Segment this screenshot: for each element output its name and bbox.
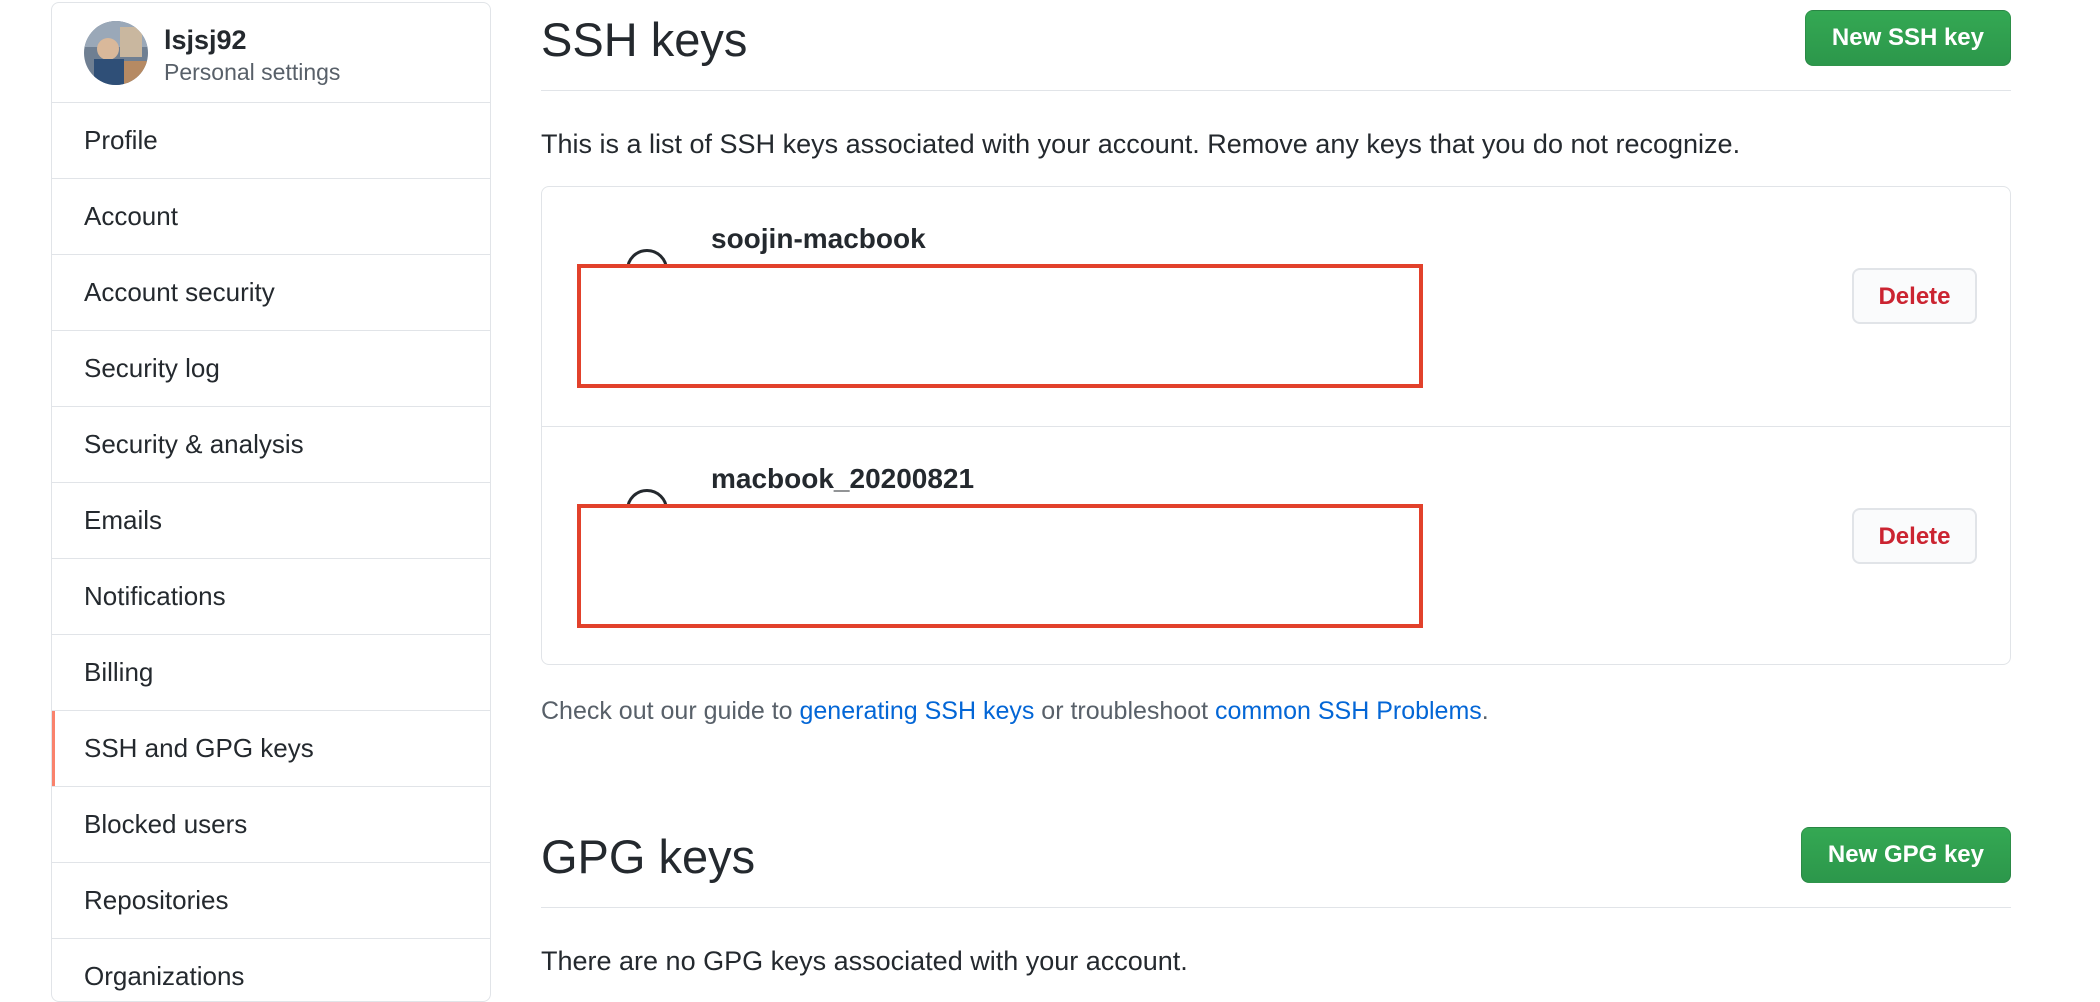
delete-button[interactable]: Delete bbox=[1852, 508, 1977, 564]
sidebar-item-profile[interactable]: Profile bbox=[52, 103, 490, 179]
ssh-description: This is a list of SSH keys associated wi… bbox=[541, 129, 1741, 159]
ssh-section-title: SSH keys bbox=[541, 13, 748, 66]
ssh-key-list: soojin-macbook Delete macbook_20200821 D… bbox=[541, 186, 2011, 665]
sidebar-item-notifications[interactable]: Notifications bbox=[52, 559, 490, 635]
list-item: macbook_20200821 Delete bbox=[542, 426, 2010, 665]
avatar[interactable] bbox=[84, 21, 148, 85]
generating-ssh-keys-link[interactable]: generating SSH keys bbox=[800, 697, 1035, 725]
delete-button[interactable]: Delete bbox=[1852, 268, 1977, 324]
user-header: lsjsj92 Personal settings bbox=[52, 3, 490, 103]
redaction-box bbox=[577, 504, 1423, 628]
gpg-section-header: GPG keys New GPG key bbox=[541, 817, 2011, 908]
sidebar-item-ssh-gpg-keys[interactable]: SSH and GPG keys bbox=[52, 711, 490, 787]
settings-sidebar: lsjsj92 Personal settings Profile Accoun… bbox=[51, 2, 491, 1002]
ssh-key-name: macbook_20200821 bbox=[711, 463, 975, 494]
new-ssh-key-button[interactable]: New SSH key bbox=[1804, 10, 2011, 66]
list-item: soojin-macbook Delete bbox=[542, 187, 2010, 426]
sidebar-item-billing[interactable]: Billing bbox=[52, 635, 490, 711]
user-subtitle: Personal settings bbox=[164, 59, 341, 85]
ssh-help-text: Check out our guide to generating SSH ke… bbox=[541, 697, 2011, 731]
help-prefix: Check out our guide to bbox=[541, 697, 800, 725]
sidebar-item-account-security[interactable]: Account security bbox=[52, 255, 490, 331]
gpg-empty-text: There are no GPG keys associated with yo… bbox=[541, 946, 1188, 976]
ssh-key-name: soojin-macbook bbox=[711, 223, 926, 254]
sidebar-item-account[interactable]: Account bbox=[52, 179, 490, 255]
username[interactable]: lsjsj92 bbox=[164, 25, 247, 56]
sidebar-item-organizations[interactable]: Organizations bbox=[52, 939, 490, 1001]
main-content: SSH keys New SSH key This is a list of S… bbox=[541, 0, 2011, 977]
new-gpg-key-button[interactable]: New GPG key bbox=[1800, 827, 2011, 883]
gpg-section-title: GPG keys bbox=[541, 830, 756, 883]
sidebar-item-blocked-users[interactable]: Blocked users bbox=[52, 787, 490, 863]
common-ssh-problems-link[interactable]: common SSH Problems bbox=[1215, 697, 1482, 725]
help-suffix: . bbox=[1481, 697, 1489, 725]
sidebar-item-security-log[interactable]: Security log bbox=[52, 331, 490, 407]
sidebar-item-emails[interactable]: Emails bbox=[52, 483, 490, 559]
redaction-box bbox=[577, 264, 1423, 388]
sidebar-item-security-analysis[interactable]: Security & analysis bbox=[52, 407, 490, 483]
sidebar-item-repositories[interactable]: Repositories bbox=[52, 863, 490, 939]
help-middle: or troubleshoot bbox=[1034, 697, 1216, 725]
ssh-section-header: SSH keys New SSH key bbox=[541, 0, 2011, 91]
